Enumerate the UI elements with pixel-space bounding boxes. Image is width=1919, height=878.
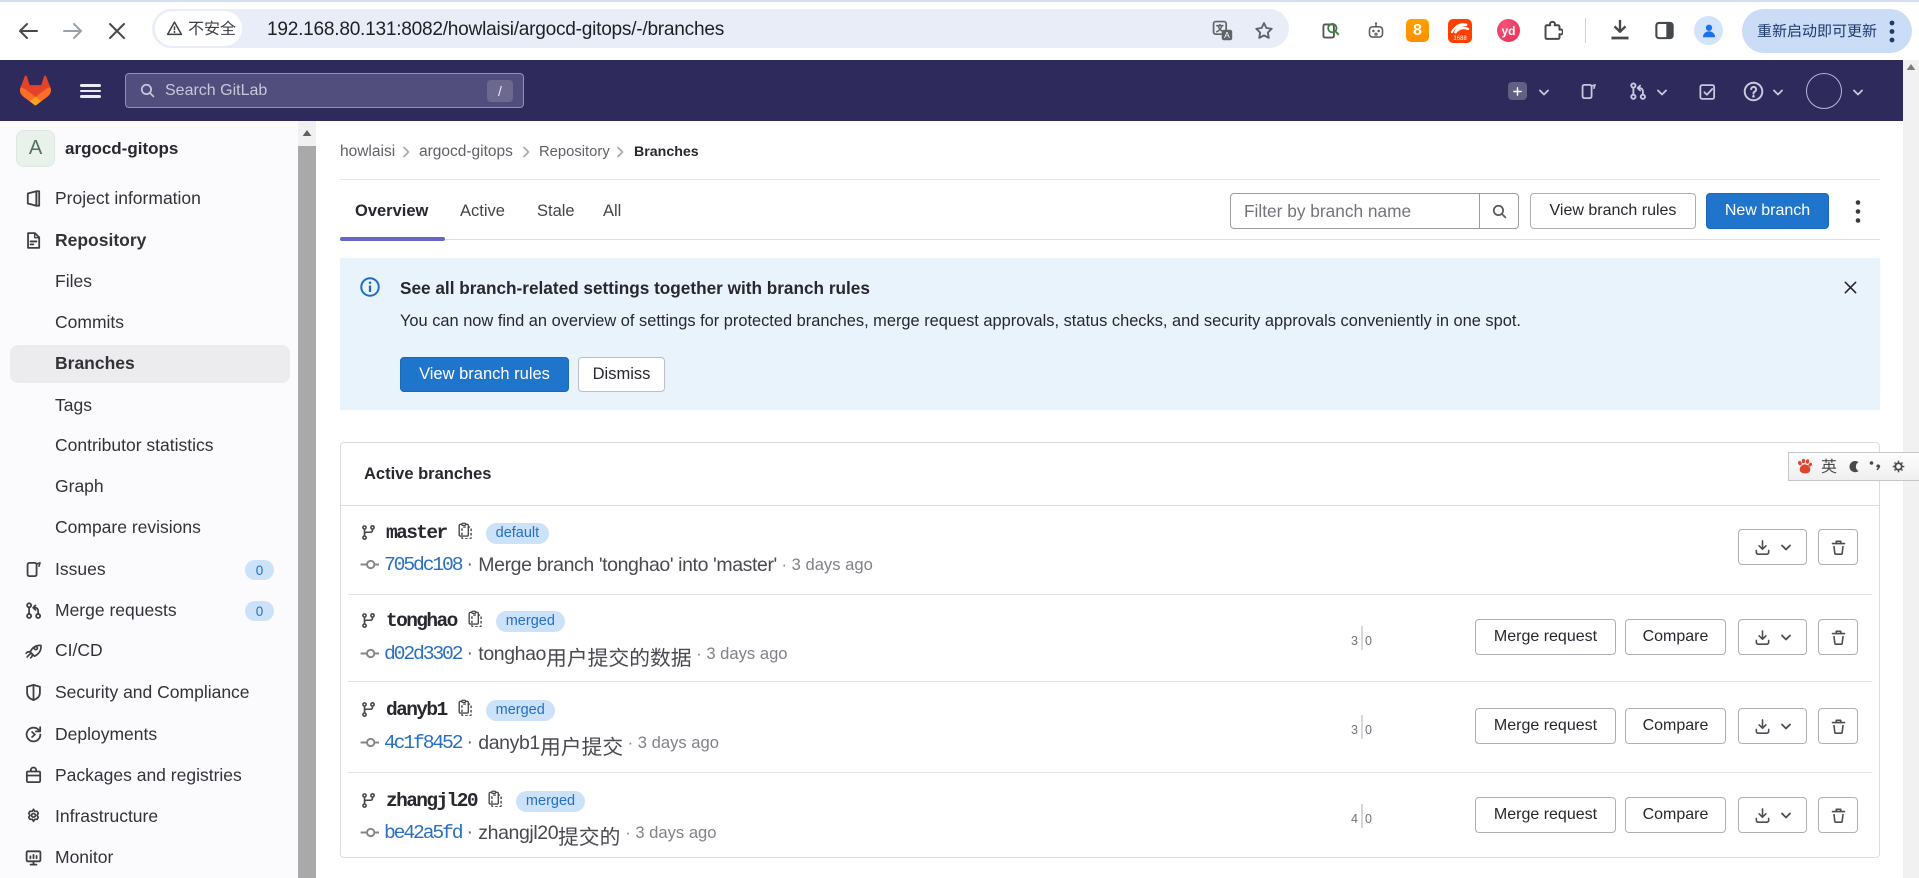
svg-text:A: A — [1224, 30, 1230, 40]
svg-text:1688: 1688 — [1453, 36, 1467, 42]
